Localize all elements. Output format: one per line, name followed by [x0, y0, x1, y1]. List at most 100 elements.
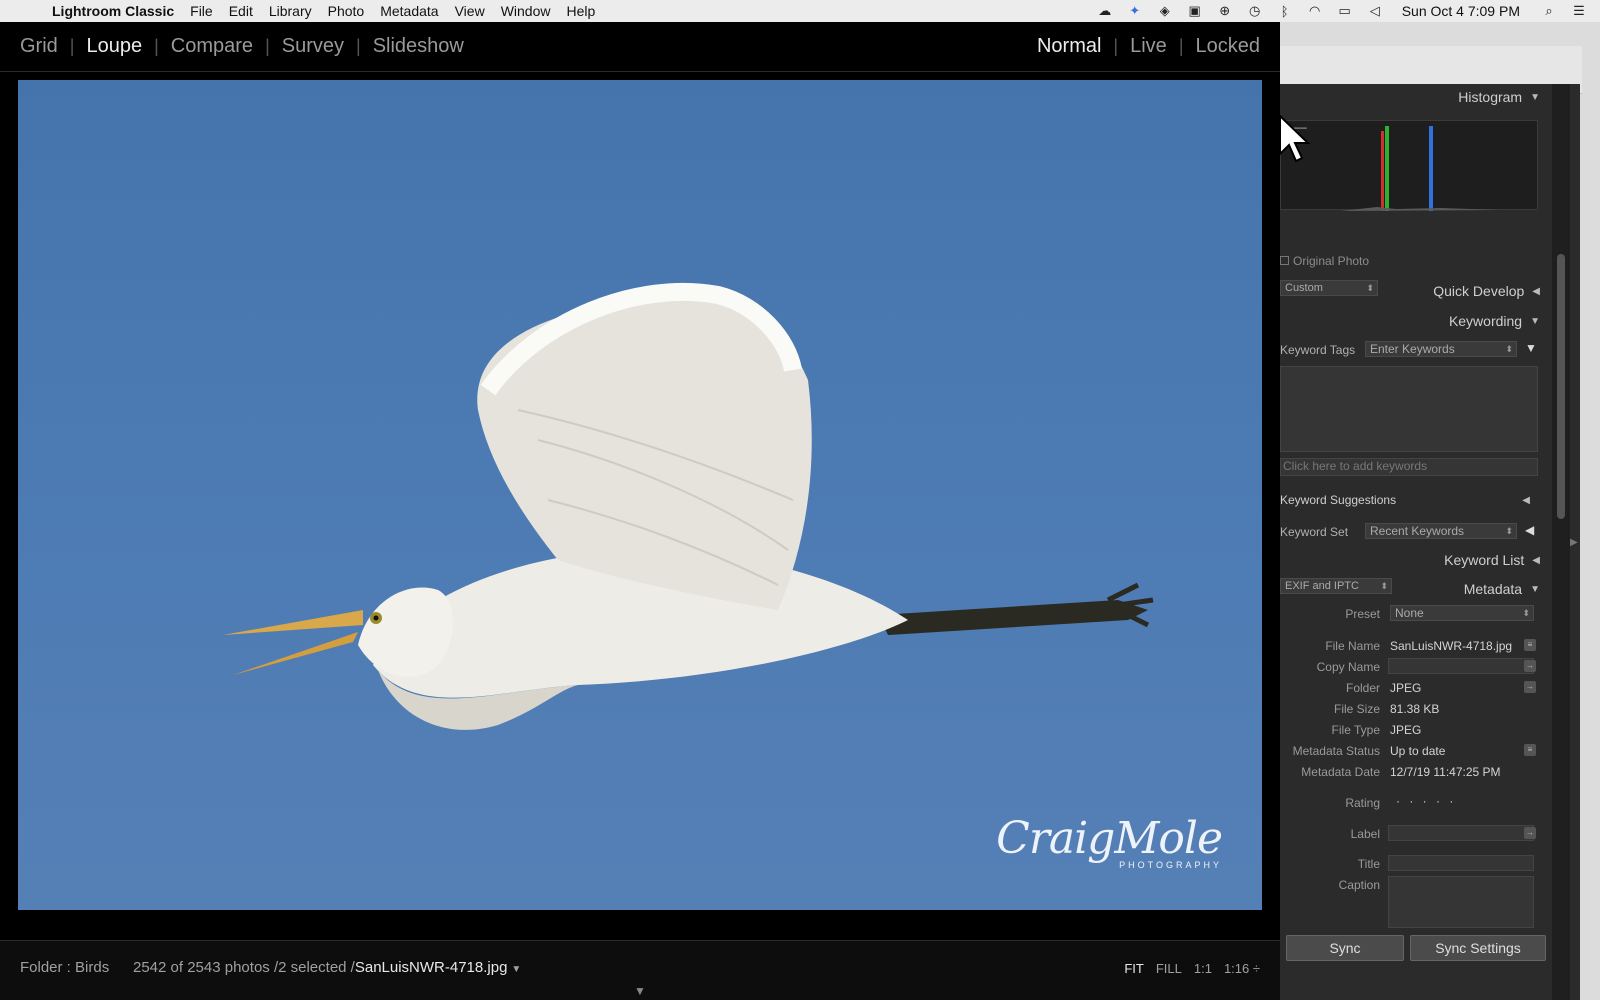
- expand-triangle-icon: ◀: [1532, 285, 1540, 297]
- file-name-action-icon[interactable]: ≡: [1524, 639, 1536, 651]
- view-mode-bar: Grid | Loupe | Compare | Survey | Slides…: [0, 22, 1280, 72]
- title-field[interactable]: [1388, 855, 1534, 871]
- histogram-header[interactable]: Histogram ▼: [1280, 84, 1550, 110]
- dropbox-icon[interactable]: ◈: [1156, 3, 1174, 19]
- accessibility-icon[interactable]: ⊕: [1216, 3, 1234, 19]
- bluetooth-icon[interactable]: ᛒ: [1276, 3, 1294, 19]
- metadata-date-value: 12/7/19 11:47:25 PM: [1390, 765, 1501, 779]
- menu-metadata[interactable]: Metadata: [380, 3, 438, 19]
- folder-value: JPEG: [1390, 681, 1422, 695]
- lock-live[interactable]: Live: [1130, 35, 1167, 58]
- lock-normal[interactable]: Normal: [1037, 35, 1101, 58]
- file-name-label: File Name: [1325, 639, 1380, 653]
- time-machine-icon[interactable]: ◷: [1246, 3, 1264, 19]
- menu-help[interactable]: Help: [566, 3, 595, 19]
- file-size-value: 81.38 KB: [1390, 702, 1440, 716]
- menu-bar: Lightroom Classic File Edit Library Phot…: [0, 0, 1600, 22]
- view-slideshow[interactable]: Slideshow: [373, 35, 464, 58]
- menu-library[interactable]: Library: [269, 3, 312, 19]
- metadata-preset-select[interactable]: None ⬍: [1390, 605, 1534, 621]
- folder-action-icon[interactable]: →: [1524, 681, 1536, 693]
- preset-label: Preset: [1345, 607, 1380, 621]
- quick-develop-header[interactable]: Quick Develop ◀: [1280, 278, 1550, 304]
- loupe-photo[interactable]: CraigMole PHOTOGRAPHY: [18, 80, 1262, 910]
- menubar-clock[interactable]: Sun Oct 4 7:09 PM: [1402, 3, 1520, 19]
- expand-right-icon[interactable]: ▶: [1570, 537, 1578, 548]
- menu-view[interactable]: View: [455, 3, 485, 19]
- photographer-watermark: CraigMole PHOTOGRAPHY: [996, 813, 1223, 870]
- menu-photo[interactable]: Photo: [328, 3, 365, 19]
- keyword-tags-area[interactable]: [1280, 366, 1538, 452]
- zoom-1-1[interactable]: 1:1: [1194, 961, 1212, 976]
- file-name-value[interactable]: SanLuisNWR-4718.jpg: [1390, 639, 1512, 653]
- keyword-options-icon[interactable]: ▼: [1525, 341, 1537, 355]
- butterfly-icon[interactable]: ✦: [1126, 3, 1144, 19]
- wifi-icon[interactable]: ◠: [1306, 3, 1324, 19]
- add-keywords-input[interactable]: Click here to add keywords: [1280, 458, 1538, 476]
- file-size-label: File Size: [1333, 702, 1380, 716]
- current-filename: SanLuisNWR-4718.jpg: [354, 959, 508, 976]
- rating-label: Rating: [1345, 796, 1380, 810]
- keyword-set-expand-icon[interactable]: ◀: [1525, 523, 1534, 537]
- status-bar: Folder : Birds 2542 of 2543 photos /2 se…: [0, 940, 1280, 1000]
- view-compare[interactable]: Compare: [171, 35, 253, 58]
- menu-file[interactable]: File: [190, 3, 213, 19]
- label-field[interactable]: [1388, 825, 1534, 841]
- caption-field[interactable]: [1388, 876, 1534, 928]
- view-loupe[interactable]: Loupe: [86, 35, 142, 58]
- sync-button[interactable]: Sync: [1286, 935, 1404, 961]
- menu-app[interactable]: Lightroom Classic: [52, 3, 174, 19]
- folder-label: Folder: [1345, 681, 1380, 695]
- keyword-tags-label: Keyword Tags: [1280, 343, 1356, 357]
- panel-scroll-track[interactable]: [1552, 84, 1570, 1000]
- view-grid[interactable]: Grid: [20, 35, 58, 58]
- copy-name-action-icon[interactable]: →: [1524, 660, 1536, 672]
- keyword-set-select[interactable]: Recent Keywords ⬍: [1365, 523, 1517, 539]
- zoom-fit[interactable]: FIT: [1124, 961, 1144, 976]
- keyword-list-header[interactable]: Keyword List ◀: [1280, 547, 1550, 573]
- zoom-fill[interactable]: FILL: [1156, 961, 1182, 976]
- metadata-status-action-icon[interactable]: ≡: [1524, 744, 1536, 756]
- label-label: Label: [1350, 827, 1380, 841]
- search-icon[interactable]: ⌕: [1540, 3, 1558, 19]
- original-photo-checkbox[interactable]: Original Photo: [1280, 254, 1369, 268]
- airplay-icon[interactable]: ▭: [1336, 3, 1354, 19]
- screen-capture-icon[interactable]: ▣: [1186, 3, 1204, 19]
- title-label: Title: [1357, 857, 1380, 871]
- expand-triangle-icon: ◀: [1532, 554, 1540, 566]
- keyword-set-label: Keyword Set: [1280, 525, 1349, 539]
- mouse-pointer-icon: [1279, 114, 1311, 163]
- lock-locked[interactable]: Locked: [1196, 35, 1261, 58]
- photo-count[interactable]: 2542 of 2543 photos /2 selected /SanLuis…: [133, 959, 521, 976]
- egret-illustration: [223, 282, 1154, 730]
- copy-name-field[interactable]: [1388, 658, 1534, 674]
- menu-window[interactable]: Window: [501, 3, 551, 19]
- panel-scrollbar[interactable]: [1557, 254, 1565, 519]
- right-panel: ▶ Histogram▼ –––– Original Photo Custom⬍…: [1280, 84, 1580, 1000]
- keywording-header[interactable]: Keywording ▼: [1280, 308, 1550, 334]
- zoom-controls: FIT FILL 1:1 1:16 ÷: [1124, 961, 1260, 976]
- lightroom-main-window: Grid | Loupe | Compare | Survey | Slides…: [0, 22, 1280, 1000]
- volume-icon[interactable]: ◁: [1366, 3, 1384, 19]
- label-action-icon[interactable]: →: [1524, 827, 1536, 839]
- notification-center-icon[interactable]: ☰: [1570, 3, 1588, 19]
- filmstrip-toggle-icon[interactable]: ▼: [634, 984, 646, 998]
- metadata-header[interactable]: Metadata ▼: [1280, 576, 1550, 602]
- keyword-suggestions-header[interactable]: Keyword Suggestions ◀: [1280, 487, 1540, 513]
- file-type-label: File Type: [1331, 723, 1380, 737]
- zoom-custom[interactable]: 1:16 ÷: [1224, 961, 1260, 976]
- rating-stars[interactable]: · · · · ·: [1396, 794, 1456, 808]
- caption-label: Caption: [1338, 878, 1380, 892]
- keyword-tags-select[interactable]: Enter Keywords ⬍: [1365, 341, 1517, 357]
- metadata-status-label: Metadata Status: [1292, 744, 1380, 758]
- metadata-status-value: Up to date: [1390, 744, 1446, 758]
- creative-cloud-icon[interactable]: ☁: [1096, 3, 1114, 19]
- file-type-value: JPEG: [1390, 723, 1422, 737]
- chevron-down-icon: ▼: [511, 964, 522, 975]
- folder-source[interactable]: Folder : Birds: [20, 959, 109, 976]
- right-panel-window: ▶ Histogram▼ –––– Original Photo Custom⬍…: [1280, 22, 1600, 1000]
- view-survey[interactable]: Survey: [282, 35, 344, 58]
- menu-edit[interactable]: Edit: [229, 3, 253, 19]
- sync-settings-button[interactable]: Sync Settings: [1410, 935, 1546, 961]
- expand-triangle-icon: ◀: [1522, 494, 1530, 506]
